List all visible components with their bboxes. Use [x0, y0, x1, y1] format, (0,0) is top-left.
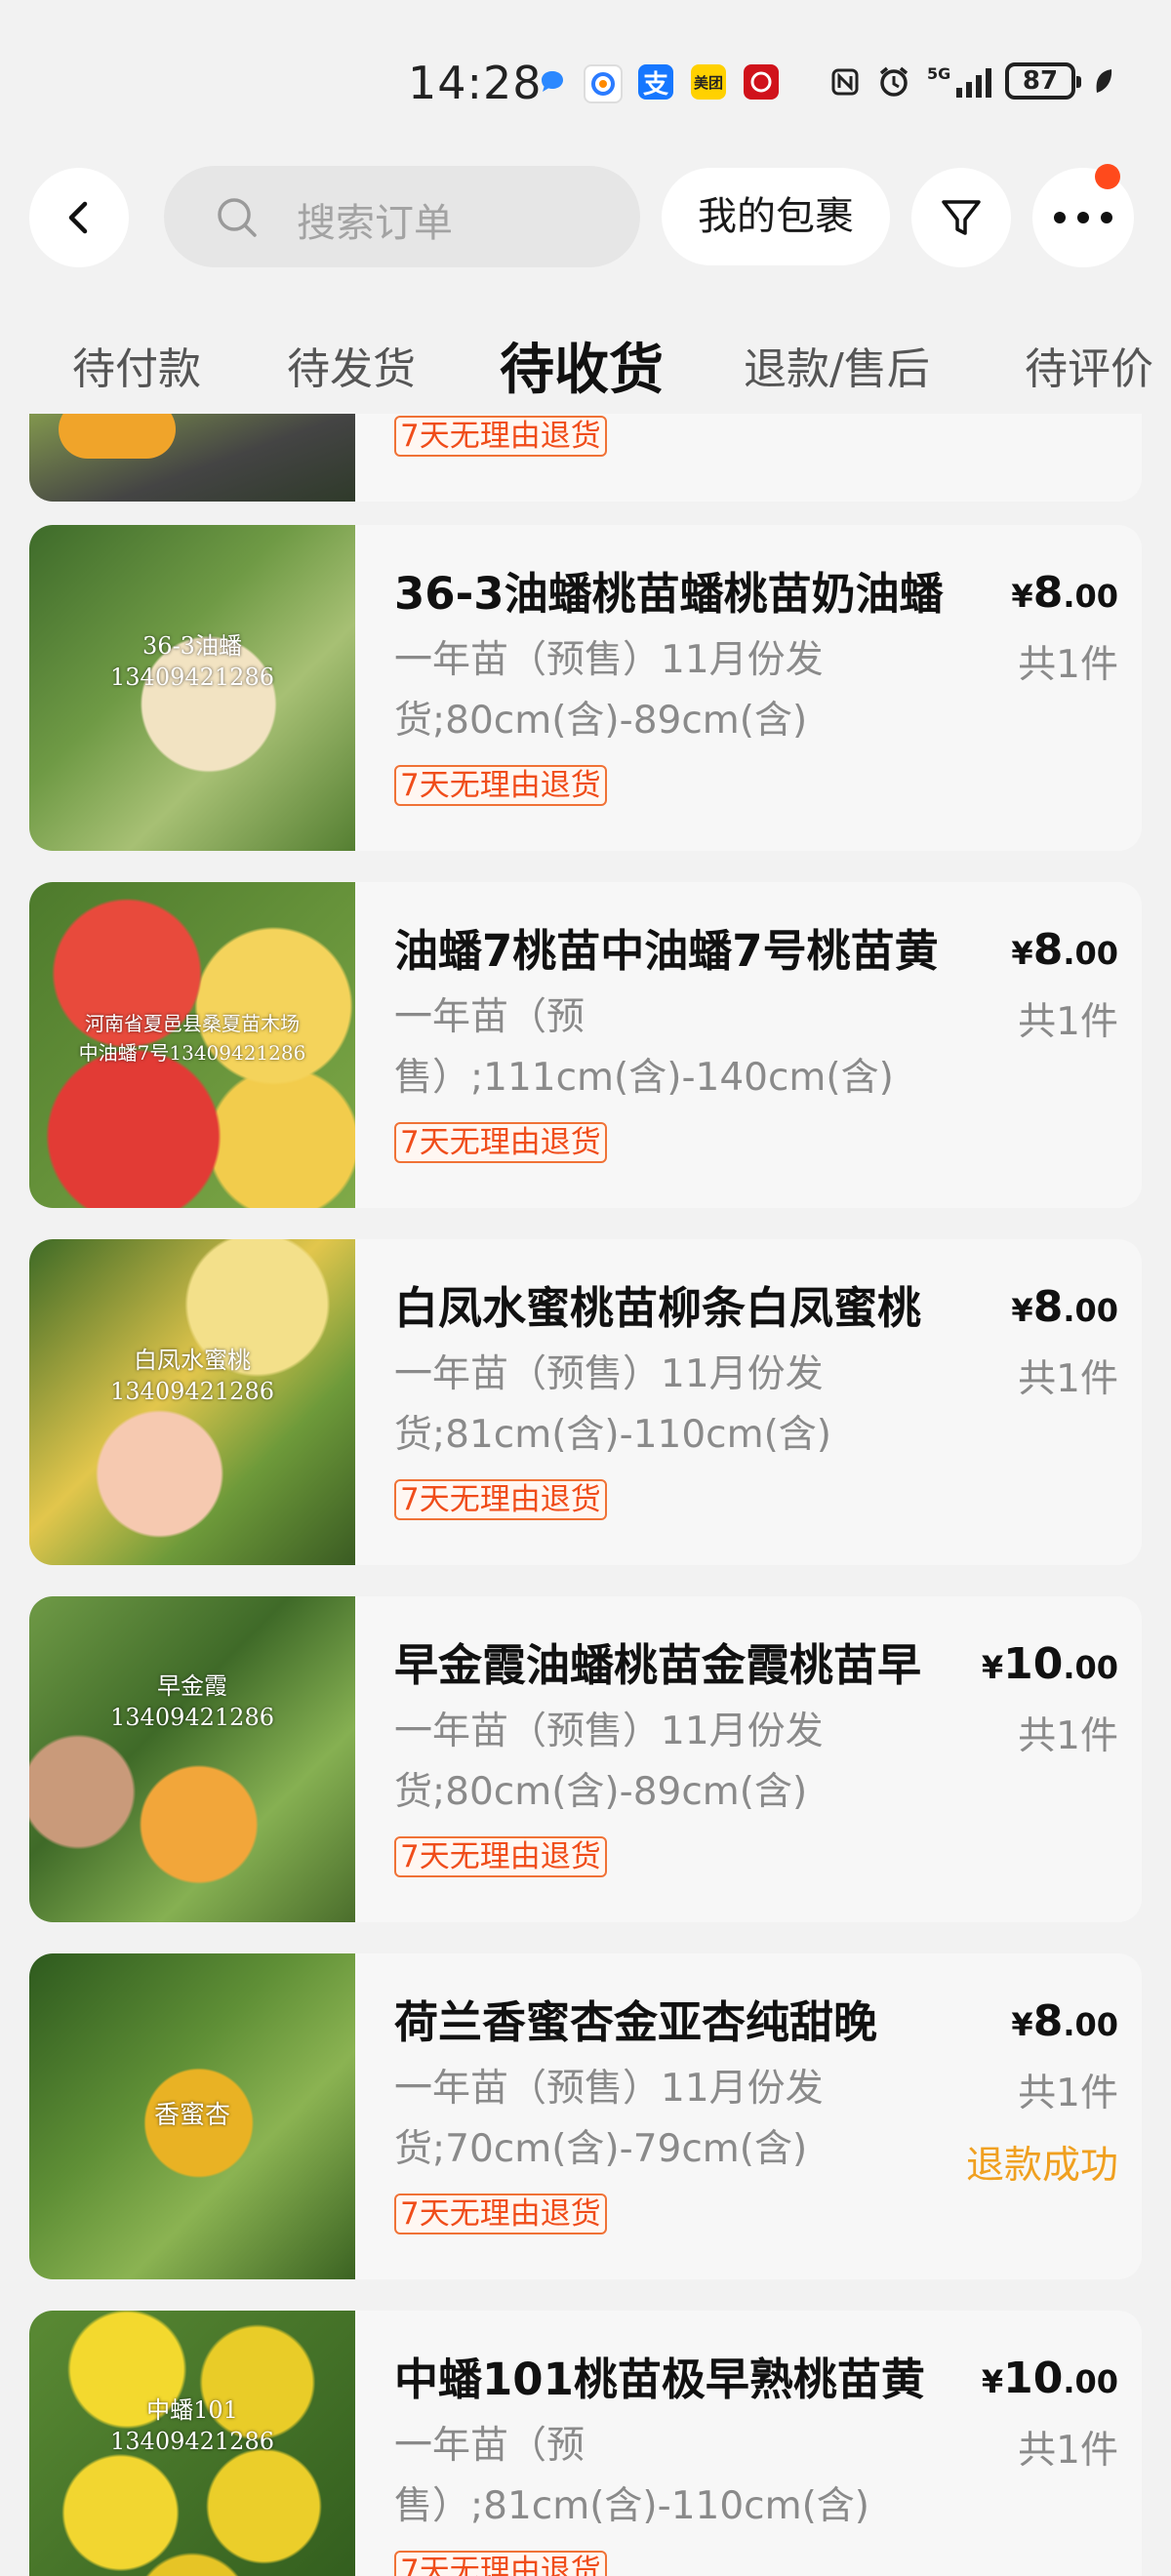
product-thumbnail: 36-3油蟠 13409421286: [29, 525, 355, 851]
product-thumbnail: 白凤水蜜桃 13409421286: [29, 1239, 355, 1565]
order-status-tabs: 待付款 待发货 待收货 退款/售后 待评价: [0, 293, 1171, 414]
order-card[interactable]: 中蟠101 13409421286 中蟠101桃苗极早熟桃苗黄 一年苗（预售）;…: [29, 2311, 1142, 2576]
search-placeholder: 搜索订单: [297, 201, 453, 246]
product-title: 油蟠7桃苗中油蟠7号桃苗黄: [394, 925, 939, 977]
product-price: ¥10.00: [981, 2354, 1118, 2403]
meituan-icon: 美团: [691, 64, 726, 100]
return-policy-tag: 7天无理由退货: [394, 416, 607, 457]
product-quantity: 共1件: [1018, 2072, 1118, 2115]
product-spec: 一年苗（预售）11月份发货;81cm(含)-110cm(含): [394, 1352, 832, 1457]
browser-icon: [584, 64, 623, 103]
more-button[interactable]: [1032, 168, 1134, 267]
filter-icon: [942, 200, 981, 235]
product-quantity: 共1件: [1018, 2429, 1118, 2473]
app-8-icon: [744, 64, 779, 100]
product-price: ¥8.00: [1011, 1996, 1118, 2046]
order-card[interactable]: 香蜜杏 荷兰香蜜杏金亚杏纯甜晚 一年苗（预售）11月份发货;70cm(含)-79…: [29, 1953, 1142, 2279]
product-quantity: 共1件: [1018, 1357, 1118, 1401]
tab-pending-receipt[interactable]: 待收货: [500, 326, 664, 405]
product-price: ¥10.00: [981, 1639, 1118, 1689]
search-input[interactable]: 搜索订单: [164, 166, 640, 267]
tab-refund-aftersale[interactable]: 退款/售后: [744, 334, 930, 396]
product-price: ¥8.00: [1011, 925, 1118, 975]
product-title: 36-3油蟠桃苗蟠桃苗奶油蟠: [394, 568, 944, 620]
leaf-icon: [1087, 64, 1122, 100]
5g-signal-icon: 5G: [927, 64, 995, 100]
notification-dot: [1095, 164, 1120, 189]
return-policy-tag: 7天无理由退货: [394, 765, 607, 806]
return-policy-tag: 7天无理由退货: [394, 1122, 607, 1163]
return-policy-tag: 7天无理由退货: [394, 2551, 607, 2576]
product-quantity: 共1件: [1018, 1714, 1118, 1758]
product-price: ¥8.00: [1011, 1282, 1118, 1332]
back-button[interactable]: [29, 168, 129, 267]
product-thumbnail: 香蜜杏: [29, 1953, 355, 2279]
product-thumbnail: 早金霞 13409421286: [29, 1596, 355, 1922]
status-time: 14:28: [408, 57, 543, 109]
product-spec: 一年苗（预售）11月份发货;70cm(含)-79cm(含): [394, 2067, 824, 2171]
image-watermark: 中蟠101 13409421286: [110, 2396, 274, 2455]
order-card[interactable]: 白凤水蜜桃 13409421286 白凤水蜜桃苗柳条白凤蜜桃 一年苗（预售）11…: [29, 1239, 1142, 1565]
tab-pending-shipment[interactable]: 待发货: [287, 334, 416, 396]
product-quantity: 共1件: [1018, 643, 1118, 687]
alarm-icon: [876, 64, 911, 100]
alipay-glyph: 支: [642, 69, 668, 100]
chat-bubble-icon: [535, 64, 570, 100]
return-policy-tag: 7天无理由退货: [394, 1836, 607, 1877]
product-title: 荷兰香蜜杏金亚杏纯甜晚: [394, 1996, 878, 2048]
product-spec: 一年苗（预售）;111cm(含)-140cm(含): [394, 995, 894, 1100]
order-list: 7天无理由退货 36-3油蟠 13409421286 36-3油蟠桃苗蟠桃苗奶油…: [0, 414, 1171, 2576]
chevron-left-icon: [68, 201, 88, 234]
meituan-label: 美团: [693, 73, 723, 92]
product-title: 早金霞油蟠桃苗金霞桃苗早: [394, 1639, 922, 1691]
tab-pending-payment[interactable]: 待付款: [72, 334, 201, 396]
product-thumbnail: 河南省夏邑县桑夏苗木场 中油蟠7号13409421286: [29, 882, 355, 1208]
product-title: 白凤水蜜桃苗柳条白凤蜜桃: [394, 1282, 922, 1334]
image-watermark: 早金霞 13409421286: [110, 1672, 274, 1731]
search-icon: [218, 198, 257, 237]
tab-pending-review[interactable]: 待评价: [1025, 334, 1153, 396]
product-quantity: 共1件: [1018, 1000, 1118, 1044]
product-title: 中蟠101桃苗极早熟桃苗黄: [394, 2354, 925, 2405]
status-bar: 14:28 支 美团 5G 87: [0, 0, 1171, 166]
product-spec: 一年苗（预售）11月份发货;80cm(含)-89cm(含): [394, 638, 824, 743]
alipay-icon: 支: [638, 64, 673, 100]
my-packages-button[interactable]: 我的包裹: [662, 168, 890, 265]
order-card[interactable]: 早金霞 13409421286 早金霞油蟠桃苗金霞桃苗早 一年苗（预售）11月份…: [29, 1596, 1142, 1922]
order-card[interactable]: 7天无理由退货: [29, 414, 1142, 502]
image-watermark: 河南省夏邑县桑夏苗木场 中油蟠7号13409421286: [78, 1012, 306, 1065]
product-thumbnail: 中蟠101 13409421286: [29, 2311, 355, 2576]
order-card[interactable]: 河南省夏邑县桑夏苗木场 中油蟠7号13409421286 油蟠7桃苗中油蟠7号桃…: [29, 882, 1142, 1208]
refund-status: 退款成功: [965, 2144, 1118, 2188]
filter-button[interactable]: [911, 168, 1011, 267]
network-type: 5G: [927, 64, 951, 83]
order-card[interactable]: 36-3油蟠 13409421286 36-3油蟠桃苗蟠桃苗奶油蟠 一年苗（预售…: [29, 525, 1142, 851]
product-price: ¥8.00: [1011, 568, 1118, 618]
product-spec: 一年苗（预售）;81cm(含)-110cm(含): [394, 2424, 870, 2528]
nfc-icon: [828, 64, 863, 100]
image-watermark: 香蜜杏: [153, 2101, 230, 2130]
more-dots-icon: [1054, 212, 1112, 223]
return-policy-tag: 7天无理由退货: [394, 1479, 607, 1520]
product-spec: 一年苗（预售）11月份发货;80cm(含)-89cm(含): [394, 1710, 824, 1814]
image-watermark: 白凤水蜜桃 13409421286: [110, 1347, 274, 1405]
image-watermark: 36-3油蟠 13409421286: [110, 632, 274, 691]
return-policy-tag: 7天无理由退货: [394, 2194, 607, 2234]
product-thumbnail: [29, 414, 355, 502]
battery-indicator: 87: [1005, 62, 1081, 100]
